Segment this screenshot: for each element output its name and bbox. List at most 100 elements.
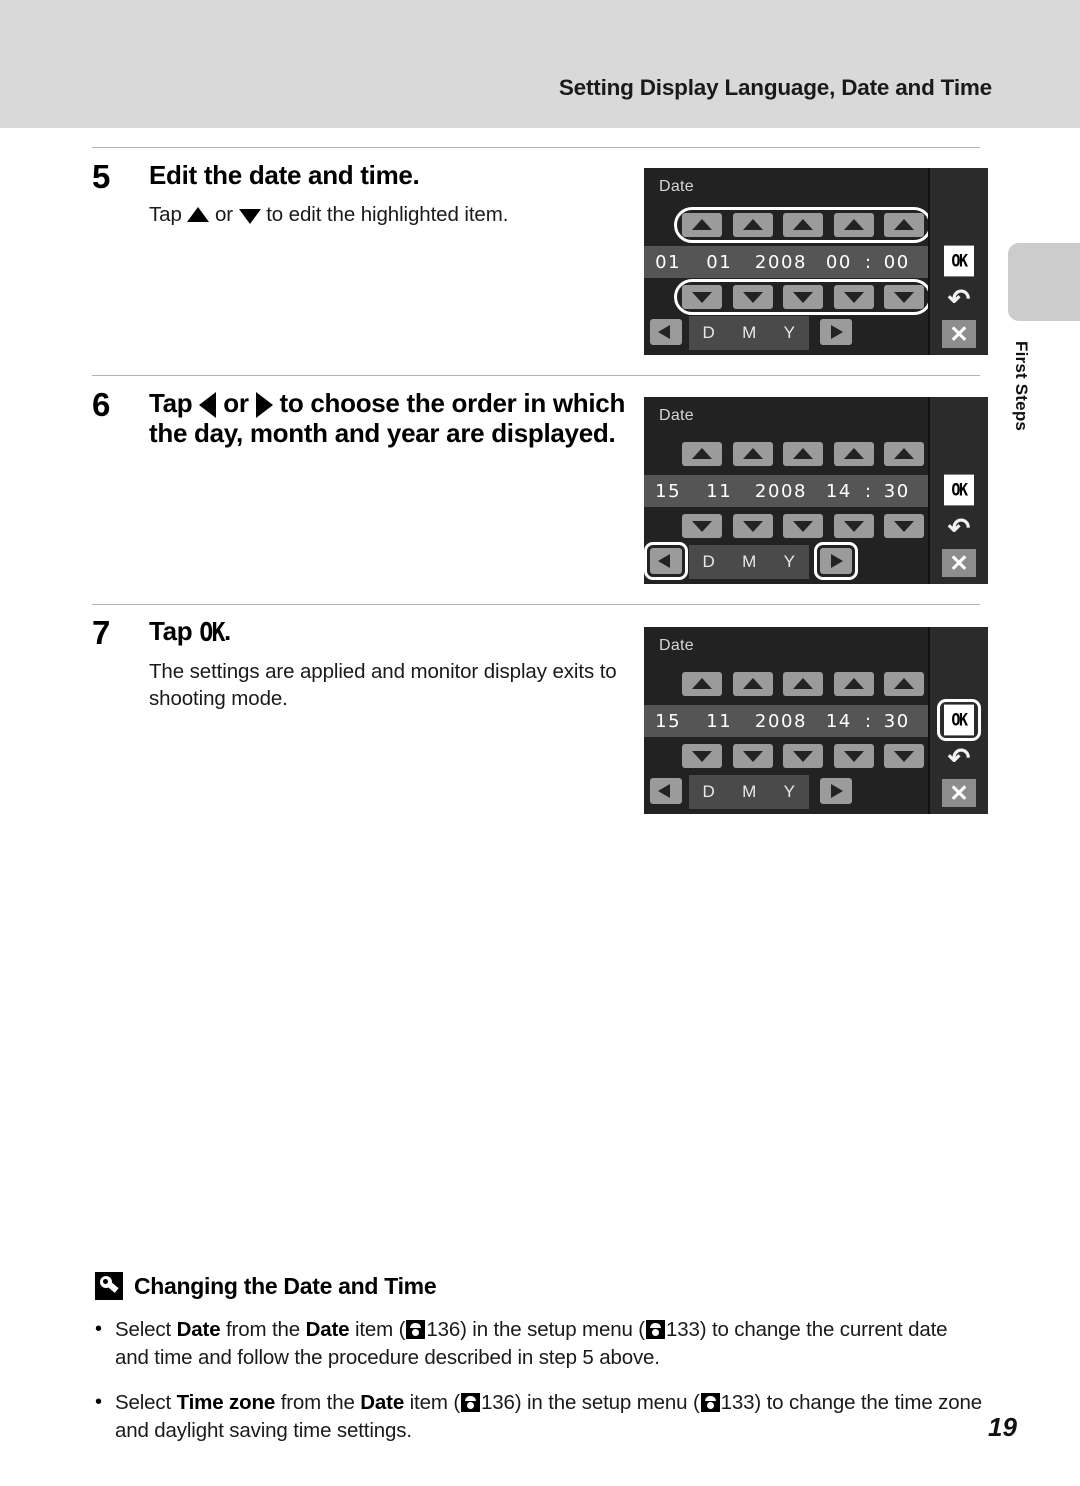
divider-step6-step7 [92, 604, 980, 605]
ok-button[interactable]: OK [944, 474, 974, 506]
down-arrow-year-button[interactable] [783, 514, 823, 538]
step-7-heading-part1: Tap [149, 616, 200, 646]
down-arrow-day-button[interactable] [682, 285, 722, 309]
back-arrow-icon[interactable]: ↶ [944, 745, 974, 772]
camera-screen-step7: Date 15 11 2008 14 : 30 D M Y OK ↶ ✕ [644, 627, 988, 814]
step-5-desc-part2: or [209, 203, 239, 227]
up-arrow-hour-button[interactable] [833, 442, 874, 466]
up-arrow-year-button[interactable] [783, 672, 823, 696]
order-left-button[interactable] [650, 319, 682, 345]
up-arrow-minute-button[interactable] [884, 672, 924, 696]
order-right-button[interactable] [820, 319, 852, 345]
close-icon[interactable]: ✕ [942, 320, 976, 348]
up-arrow-minute-button[interactable] [884, 442, 924, 466]
up-arrow-minute-button[interactable] [884, 213, 924, 237]
down-arrow-hour-button[interactable] [833, 285, 874, 309]
down-arrow-minute-button[interactable] [884, 744, 924, 768]
screen-sidebar: OK ↶ ✕ [928, 168, 988, 355]
note-1-t3: item ( [349, 1318, 406, 1341]
up-arrow-month-button[interactable] [732, 442, 773, 466]
order-right-button[interactable] [820, 548, 852, 574]
screen-panel: Date 01 01 2008 00 : 00 D M Y [644, 168, 932, 355]
ok-button[interactable]: OK [944, 245, 974, 277]
order-left-button[interactable] [650, 548, 682, 574]
note-1-t4: ) in the setup menu ( [460, 1318, 645, 1341]
step-7-heading: Tap OK. [149, 616, 652, 648]
order-m-label: M [742, 323, 757, 342]
order-left-button[interactable] [650, 778, 682, 804]
section-tab-label: First Steps [1012, 341, 1031, 432]
page-reference-icon [645, 1320, 665, 1339]
up-arrow-month-button[interactable] [732, 213, 773, 237]
up-arrow-day-button[interactable] [682, 213, 722, 237]
down-arrow-minute-button[interactable] [884, 514, 924, 538]
screen-panel: Date 15 11 2008 14 : 30 D M Y [644, 627, 930, 814]
note-bullet: • [95, 1318, 103, 1340]
note-1-b1: Date [176, 1318, 221, 1341]
order-d-label: D [702, 552, 716, 571]
step-6-heading-part1: Tap [149, 388, 200, 418]
down-triangle-icon [238, 209, 261, 225]
camera-screen-step5: Date 01 01 2008 00 : 00 D M Y OK ↶ ✕ [644, 168, 988, 355]
step-7-number: 7 [92, 614, 111, 651]
note-text: Select Time zone from the Date item (136… [115, 1389, 985, 1446]
note-title: Changing the Date and Time [134, 1272, 437, 1299]
order-m-label: M [742, 782, 757, 801]
up-arrow-year-button[interactable] [783, 213, 823, 237]
note-item: • Select Time zone from the Date item (1… [95, 1389, 985, 1446]
down-arrow-hour-button[interactable] [833, 744, 874, 768]
down-arrow-row [682, 743, 924, 769]
down-arrow-month-button[interactable] [732, 744, 773, 768]
order-m-label: M [742, 552, 757, 571]
note-1-ref2: 133 [665, 1318, 700, 1341]
note-2-t2: from the [275, 1390, 361, 1414]
value-day: 15 [655, 710, 682, 732]
up-arrow-hour-button[interactable] [833, 672, 874, 696]
down-arrow-year-button[interactable] [783, 285, 823, 309]
up-arrow-day-button[interactable] [682, 672, 722, 696]
screen-title: Date [659, 178, 694, 195]
close-icon[interactable]: ✕ [942, 549, 976, 577]
date-order-row: D M Y [644, 542, 930, 580]
camera-screen-step6: Date 15 11 2008 14 : 30 D M Y OK ↶ ✕ [644, 397, 988, 584]
order-right-button[interactable] [820, 778, 852, 804]
step-5-heading: Edit the date and time. [149, 160, 420, 190]
date-value-strip: 01 01 2008 00 : 00 [644, 246, 930, 278]
page-title: Setting Display Language, Date and Time [558, 75, 992, 100]
step-5-description: Tap or to edit the highlighted item. [149, 201, 652, 228]
value-minute: 30 [883, 480, 910, 502]
down-arrow-month-button[interactable] [732, 514, 773, 538]
page-number: 19 [988, 1412, 1017, 1442]
note-1-t1: Select [115, 1318, 177, 1341]
order-y-label: Y [783, 323, 796, 342]
up-arrow-hour-button[interactable] [833, 213, 874, 237]
note-2-t4: ) in the setup menu ( [514, 1390, 700, 1414]
note-text: Select Date from the Date item (136) in … [115, 1316, 985, 1373]
date-order-box: D M Y [689, 316, 809, 350]
down-arrow-hour-button[interactable] [833, 514, 874, 538]
step-6-heading: Tap or to choose the order in which the … [149, 388, 652, 448]
up-arrow-year-button[interactable] [783, 442, 823, 466]
up-arrow-month-button[interactable] [732, 672, 773, 696]
date-value-strip: 15 11 2008 14 : 30 [644, 705, 930, 737]
down-arrow-year-button[interactable] [783, 744, 823, 768]
order-y-label: Y [783, 552, 796, 571]
ok-button[interactable]: OK [944, 704, 974, 736]
screen-sidebar: OK ↶ ✕ [928, 627, 988, 814]
value-colon: : [864, 251, 873, 273]
down-arrow-minute-button[interactable] [884, 285, 924, 309]
divider-step5-step6 [92, 375, 980, 376]
up-arrow-day-button[interactable] [682, 442, 722, 466]
back-arrow-icon[interactable]: ↶ [944, 515, 974, 542]
down-arrow-month-button[interactable] [732, 285, 773, 309]
close-icon[interactable]: ✕ [942, 779, 976, 807]
back-arrow-icon[interactable]: ↶ [944, 286, 974, 313]
value-hour: 00 [825, 251, 852, 273]
down-arrow-day-button[interactable] [682, 514, 722, 538]
order-y-label: Y [783, 782, 796, 801]
value-hour: 14 [825, 710, 852, 732]
up-triangle-icon [187, 207, 210, 223]
down-arrow-day-button[interactable] [682, 744, 722, 768]
note-bullet: • [95, 1390, 103, 1413]
value-day: 15 [655, 480, 682, 502]
